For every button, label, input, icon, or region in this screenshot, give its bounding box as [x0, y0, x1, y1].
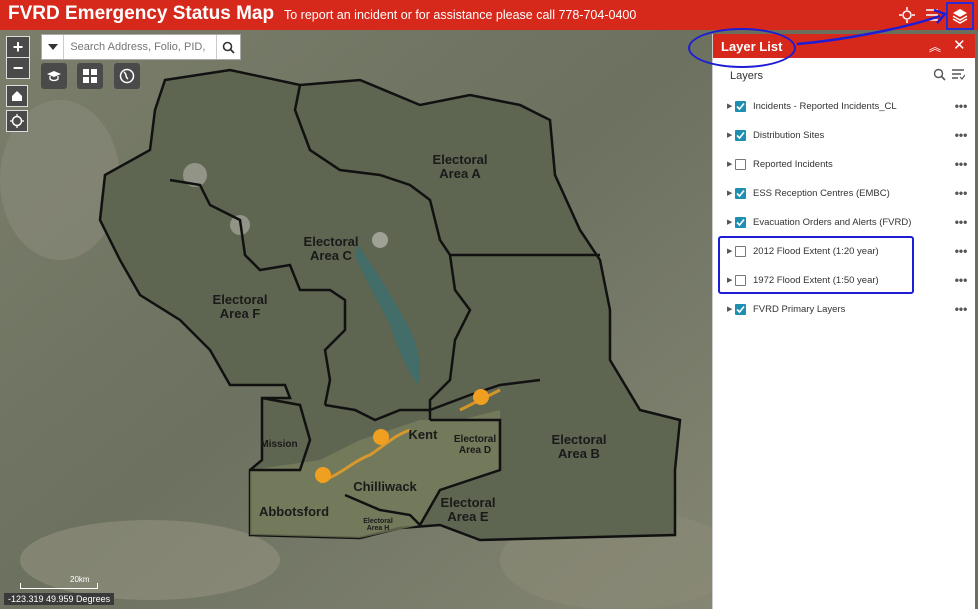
more-options-icon[interactable]: •••: [951, 302, 971, 316]
label-area-e: Electoral Area E: [440, 495, 496, 524]
map-view[interactable]: Electoral Area A Electoral Area C Electo…: [0, 30, 712, 609]
layer-row[interactable]: ▶ Evacuation Orders and Alerts (FVRD) •••: [727, 212, 971, 232]
layers-heading: Layers: [730, 70, 764, 82]
layer-row[interactable]: ▶ FVRD Primary Layers •••: [727, 299, 971, 319]
layer-row[interactable]: ▶ Incidents - Reported Incidents_CL •••: [727, 96, 971, 116]
expand-arrow-icon[interactable]: ▶: [727, 102, 735, 110]
label-area-h: Electoral Area H: [363, 518, 393, 533]
check-icon: [736, 102, 745, 110]
layer-checkbox[interactable]: [735, 187, 746, 199]
more-options-icon[interactable]: •••: [951, 215, 971, 229]
more-options-icon[interactable]: •••: [951, 273, 971, 287]
label-area-f: Electoral Area F: [212, 292, 268, 321]
app-title: FVRD Emergency Status Map: [8, 3, 275, 24]
basemap-tool-button[interactable]: [41, 63, 67, 89]
layer-filter-button[interactable]: [951, 68, 966, 86]
expand-arrow-icon[interactable]: ▶: [727, 189, 735, 197]
search-source-dropdown[interactable]: [42, 35, 65, 59]
search-icon: [933, 68, 946, 81]
annotation-ellipse: [688, 28, 796, 68]
layer-row[interactable]: ▶ ESS Reception Centres (EMBC) •••: [727, 183, 971, 203]
more-options-icon[interactable]: •••: [951, 186, 971, 200]
layers-icon: [952, 9, 968, 24]
layer-checkbox[interactable]: [735, 129, 746, 141]
home-button[interactable]: [6, 85, 28, 107]
annotation-box: [718, 236, 914, 294]
grid-tool-button[interactable]: [77, 63, 103, 89]
globe-tool-button[interactable]: [114, 63, 140, 89]
more-options-icon[interactable]: •••: [951, 157, 971, 171]
filter-list-icon: [952, 69, 966, 80]
search-widget: [41, 34, 241, 60]
layer-name: Evacuation Orders and Alerts (FVRD): [753, 216, 912, 228]
layer-name: Reported Incidents: [753, 158, 833, 170]
expand-arrow-icon[interactable]: ▶: [727, 218, 735, 226]
layer-list-panel: Layer List ︽ ✕ Layers ▶ Incidents - Repor…: [712, 34, 975, 609]
search-button[interactable]: [215, 35, 240, 59]
layers-button[interactable]: [946, 2, 974, 30]
more-options-icon[interactable]: •••: [951, 128, 971, 142]
label-abbotsford: Abbotsford: [258, 504, 330, 519]
more-options-icon[interactable]: •••: [951, 244, 971, 258]
layer-checkbox[interactable]: [735, 100, 746, 112]
search-input[interactable]: [64, 40, 216, 54]
label-chilliwack: Chilliwack: [353, 479, 417, 494]
check-icon: [736, 131, 745, 139]
layer-row[interactable]: ▶ Reported Incidents •••: [727, 154, 971, 174]
incident-marker[interactable]: [473, 389, 489, 405]
expand-arrow-icon[interactable]: ▶: [727, 305, 735, 313]
chevron-down-icon: [47, 44, 58, 50]
locate-button[interactable]: [6, 110, 28, 132]
label-mission: Mission: [260, 439, 298, 450]
expand-arrow-icon[interactable]: ▶: [727, 160, 735, 168]
label-kent: Kent: [408, 427, 438, 442]
layer-row[interactable]: ▶ Distribution Sites •••: [727, 125, 971, 145]
grid-icon: [83, 69, 97, 83]
zoom-control: + −: [6, 36, 30, 79]
layer-checkbox[interactable]: [735, 158, 746, 170]
incident-marker[interactable]: [373, 429, 389, 445]
layer-name: FVRD Primary Layers: [753, 303, 846, 315]
label-area-c: Electoral Area C: [303, 234, 359, 263]
layer-name: Distribution Sites: [753, 129, 825, 141]
search-icon: [222, 41, 235, 54]
more-options-icon[interactable]: •••: [951, 99, 971, 113]
layer-checkbox[interactable]: [735, 303, 746, 315]
scale-bar: [20, 583, 98, 589]
check-icon: [736, 189, 745, 197]
zoom-out-button[interactable]: −: [7, 57, 29, 78]
annotation-arrow: [796, 8, 948, 46]
globe-icon: [119, 68, 135, 84]
expand-arrow-icon[interactable]: ▶: [727, 131, 735, 139]
locate-icon: [10, 114, 24, 128]
graduation-cap-icon: [47, 71, 61, 82]
label-area-d: Electoral Area D: [453, 434, 497, 456]
label-area-b: Electoral Area B: [551, 432, 607, 461]
layer-search-button[interactable]: [933, 68, 946, 86]
label-area-a: Electoral Area A: [432, 152, 488, 181]
incident-marker[interactable]: [315, 467, 331, 483]
close-button[interactable]: ✕: [953, 36, 966, 54]
check-icon: [736, 218, 745, 226]
check-icon: [736, 305, 745, 313]
coordinate-readout: -123.319 49.959 Degrees: [4, 593, 115, 605]
layer-checkbox[interactable]: [735, 216, 746, 228]
zoom-in-button[interactable]: +: [7, 37, 29, 57]
layer-name: Incidents - Reported Incidents_CL: [753, 100, 897, 112]
header-banner: To report an incident or for assistance …: [284, 8, 637, 22]
layer-name: ESS Reception Centres (EMBC): [753, 187, 890, 199]
home-icon: [12, 91, 22, 101]
